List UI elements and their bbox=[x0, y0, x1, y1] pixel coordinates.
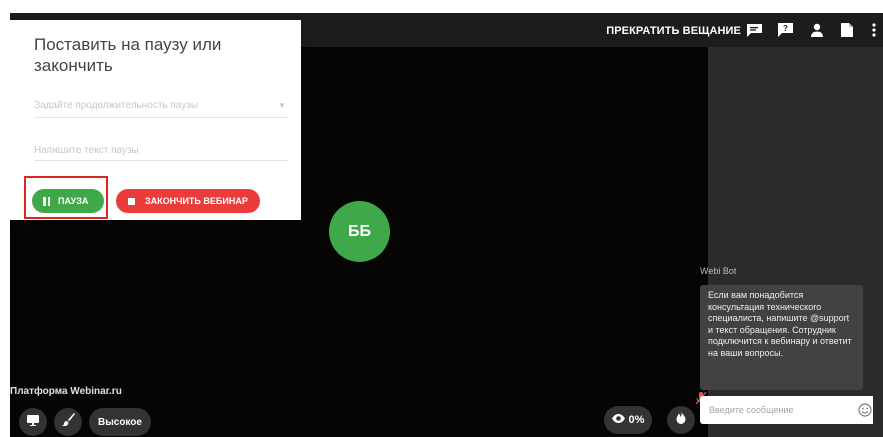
more-vertical-icon[interactable] bbox=[865, 21, 883, 39]
end-webinar-label: ЗАКОНЧИТЬ ВЕБИНАР bbox=[145, 196, 248, 206]
end-webinar-button[interactable]: ЗАКОНЧИТЬ ВЕБИНАР bbox=[116, 189, 260, 213]
pause-icon bbox=[43, 196, 50, 206]
quality-selector[interactable]: Высокое bbox=[89, 408, 151, 436]
chat-input-container bbox=[700, 396, 873, 424]
viewers-percent: 0% bbox=[628, 414, 645, 426]
stop-broadcast-button[interactable]: ПРЕКРАТИТЬ ВЕЩАНИЕ bbox=[606, 13, 741, 47]
eye-icon bbox=[611, 414, 625, 426]
dialog-title: Поставить на паузу или закончить bbox=[34, 35, 222, 75]
svg-text:?: ? bbox=[783, 24, 788, 33]
document-icon[interactable] bbox=[838, 21, 856, 39]
pause-duration-select[interactable]: Задайте продолжительность паузы ▼ bbox=[34, 100, 288, 118]
pause-button[interactable]: ПАУЗА bbox=[32, 189, 104, 213]
chat-message-input[interactable] bbox=[700, 396, 854, 424]
pause-dialog: Поставить на паузу или закончить Задайте… bbox=[10, 20, 301, 220]
presentation-icon bbox=[27, 413, 39, 431]
pause-duration-placeholder: Задайте продолжительность паузы bbox=[34, 100, 199, 111]
drawing-button[interactable] bbox=[54, 408, 82, 436]
question-icon[interactable]: ? bbox=[776, 21, 794, 39]
activity-button[interactable] bbox=[667, 406, 695, 434]
emoji-icon[interactable] bbox=[858, 403, 872, 422]
brush-icon bbox=[61, 413, 75, 431]
pause-text-input[interactable] bbox=[34, 141, 288, 161]
viewers-counter: 0% bbox=[604, 406, 652, 434]
chat-message-author: Webi Bot bbox=[700, 266, 737, 276]
presentation-button[interactable] bbox=[19, 408, 47, 436]
chat-message-bubble: Если вам понадобится консультация технич… bbox=[700, 285, 863, 390]
speaker-avatar: ББ bbox=[329, 201, 390, 262]
stop-icon bbox=[128, 197, 135, 205]
fire-icon bbox=[676, 411, 686, 429]
participants-icon[interactable] bbox=[808, 21, 826, 39]
platform-label: Платформа Webinar.ru bbox=[10, 386, 122, 397]
chevron-down-icon: ▼ bbox=[278, 101, 286, 110]
pause-button-label: ПАУЗА bbox=[58, 196, 89, 206]
chat-icon[interactable] bbox=[745, 21, 763, 39]
